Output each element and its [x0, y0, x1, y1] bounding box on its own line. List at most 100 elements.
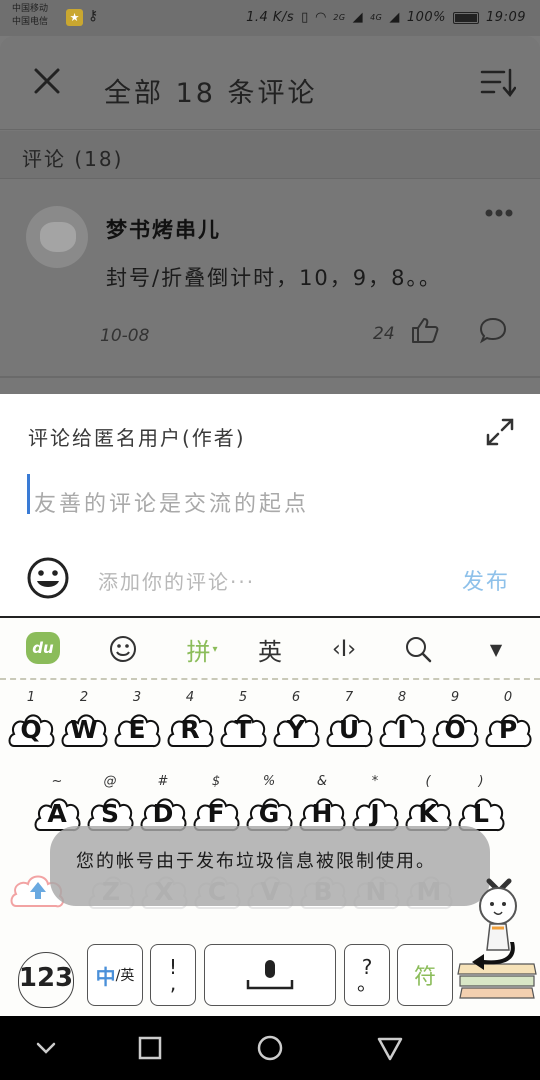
key-alt-symbol: 6 [291, 690, 301, 705]
reply-bubble-icon[interactable] [478, 316, 508, 344]
key-p[interactable]: 0P [483, 690, 533, 754]
collapse-keyboard-icon[interactable]: ▼ [482, 632, 510, 666]
reply-target-label: 评论给匿名用户(作者) [28, 426, 246, 450]
comments-sheet: 全部 18 条评论 评论 (18) 梦书烤串儿 封号/折叠倒计时，10，9，8。… [0, 36, 540, 396]
key-letter: K [418, 799, 438, 828]
text-cursor [27, 474, 30, 514]
magnifier-icon [406, 637, 432, 663]
emoji-face-icon[interactable] [106, 632, 140, 666]
cursor-move-icon[interactable]: ‹I› [326, 632, 362, 666]
comment-text: 封号/折叠倒计时，10，9，8。。 [106, 266, 443, 290]
status-right: 1.4 K/s ▯ ◠ 2G ◢ 4G ◢ 100% 19:09 [246, 10, 526, 25]
key-letter: D [152, 799, 174, 828]
key-alt-symbol: # [157, 774, 169, 789]
status-bar: 中国移动 中国电信 ★ ⚷ 1.4 K/s ▯ ◠ 2G ◢ 4G ◢ 100%… [0, 0, 540, 36]
avatar[interactable] [26, 206, 88, 268]
key-letter: H [311, 799, 333, 828]
clock: 19:09 [486, 10, 526, 25]
avatar-face [40, 222, 76, 252]
key-u[interactable]: 7U [324, 690, 374, 754]
key-alt-symbol: ~ [51, 774, 63, 789]
microphone-icon [246, 960, 294, 990]
network-speed: 1.4 K/s [246, 10, 295, 25]
key-t[interactable]: 5T [218, 690, 268, 754]
key-r[interactable]: 4R [165, 690, 215, 754]
key-alt-symbol: ) [478, 774, 484, 789]
recents-icon[interactable] [136, 1034, 164, 1062]
emoji-icon[interactable] [26, 556, 70, 600]
language-switch-key[interactable]: 中/英 [87, 944, 143, 1006]
add-comment-field[interactable]: 添加你的评论··· [98, 566, 255, 595]
symbols-key[interactable]: 符 [397, 944, 453, 1006]
sort-icon[interactable] [480, 68, 516, 98]
key-alt-symbol: & [316, 774, 328, 789]
key-letter: F [207, 799, 225, 828]
battery-percent: 100% [406, 10, 447, 25]
publish-button[interactable]: 发布 [462, 564, 510, 596]
key-alt-symbol: 4 [185, 690, 195, 705]
key-alt-symbol: % [262, 774, 276, 789]
home-icon[interactable] [256, 1034, 284, 1062]
punctuation-key-1[interactable]: ! , [150, 944, 196, 1006]
expand-icon[interactable] [484, 416, 516, 448]
key-y[interactable]: 6Y [271, 690, 321, 754]
section-label: 评论 (18) [22, 147, 124, 171]
key-alt-symbol: 7 [344, 690, 354, 705]
pinyin-mode-tab[interactable]: 拼 ▾ [180, 632, 224, 666]
key-alt-symbol: $ [211, 774, 221, 789]
key-letter: U [338, 715, 360, 744]
numbers-key-label: 123 [18, 963, 74, 993]
carrier-2: 中国电信 [12, 17, 49, 27]
key-letter: P [498, 715, 518, 744]
comment-username[interactable]: 梦书烤串儿 [106, 214, 221, 244]
lang-cn-label: 中 [95, 964, 116, 989]
punct-bottom: 。 [357, 971, 377, 995]
baidu-logo-icon[interactable]: du [26, 632, 60, 664]
key-letter: J [370, 799, 380, 828]
key-letter: I [397, 715, 407, 744]
punctuation-key-2[interactable]: ? 。 [344, 944, 390, 1006]
english-mode-tab[interactable]: 英 [252, 632, 288, 666]
caret-down-icon: ▾ [212, 643, 218, 655]
key-letter: Q [20, 715, 42, 744]
close-icon[interactable] [32, 66, 62, 96]
mascot-enter-key[interactable] [454, 882, 540, 1016]
numbers-key[interactable]: 123 [16, 948, 76, 1008]
signal-4g: 4G [370, 13, 383, 22]
key-alt-symbol: 8 [397, 690, 407, 705]
back-icon[interactable] [376, 1034, 404, 1062]
keyboard-toolbar: du 拼 ▾ 英 ‹I› ▼ [0, 618, 540, 680]
comment-input[interactable]: 友善的评论是交流的起点 [34, 486, 309, 518]
key-letter: A [47, 799, 67, 828]
like-count: 24 [373, 324, 395, 344]
section-bar: 评论 (18) [0, 131, 540, 179]
ime-keyboard: du 拼 ▾ 英 ‹I› ▼ 1Q2W3E4R5T6Y7U8I9O0P ~ A @ S #… [0, 618, 540, 1016]
signal-2g: 2G [333, 13, 346, 22]
space-voice-key[interactable] [204, 944, 336, 1006]
carrier-info: 中国移动 中国电信 [12, 3, 48, 29]
thumbs-up-icon[interactable] [410, 316, 440, 344]
key-letter: W [70, 715, 98, 744]
key-alt-symbol: 1 [26, 690, 36, 705]
wifi-icon: ◠ [315, 10, 327, 25]
key-w[interactable]: 2W [59, 690, 109, 754]
notification-star-icon: ★ [66, 9, 83, 26]
comment-input-panel: 评论给匿名用户(作者) 友善的评论是交流的起点 添加你的评论··· 发布 [0, 394, 540, 618]
sheet-header: 全部 18 条评论 [0, 36, 540, 130]
key-q[interactable]: 1Q [6, 690, 56, 754]
search-icon[interactable] [400, 632, 436, 666]
sheet-title: 全部 18 条评论 [104, 78, 318, 109]
divider [0, 376, 540, 378]
key-i[interactable]: 8I [377, 690, 427, 754]
key-alt-symbol: 2 [79, 690, 89, 705]
comment-item[interactable]: 梦书烤串儿 封号/折叠倒计时，10，9，8。。 10-08 24 [0, 180, 540, 376]
more-icon[interactable] [484, 208, 514, 218]
comment-date: 10-08 [100, 326, 150, 346]
hide-keyboard-icon[interactable] [32, 1034, 60, 1062]
vibrate-icon: ▯ [301, 10, 309, 25]
key-o[interactable]: 9O [430, 690, 480, 754]
key-alt-symbol: @ [103, 774, 117, 789]
key-letter: S [100, 799, 119, 828]
key-letter: G [258, 799, 280, 828]
key-e[interactable]: 3E [112, 690, 162, 754]
